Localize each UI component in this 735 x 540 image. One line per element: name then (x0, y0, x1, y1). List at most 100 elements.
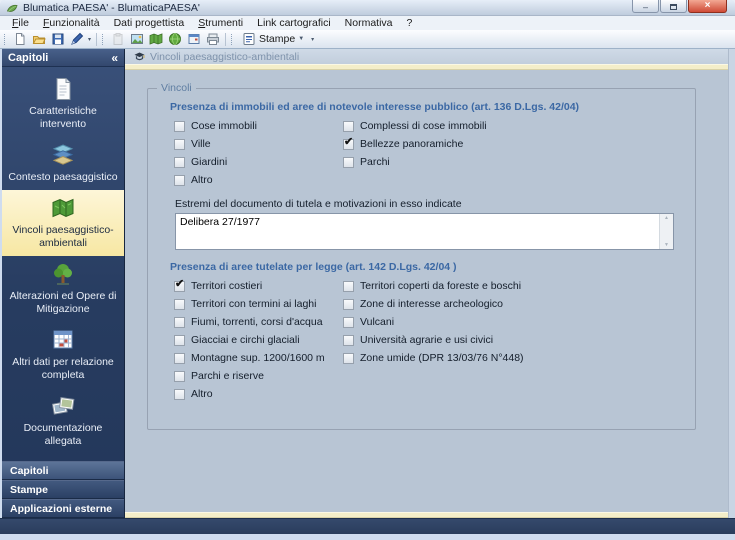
window-controls: – × (632, 0, 727, 13)
green-map-icon (50, 195, 76, 221)
maximize-button[interactable] (660, 0, 687, 13)
status-bar (0, 518, 735, 534)
document-text[interactable]: Delibera 27/1977 (176, 214, 659, 249)
checkbox-box[interactable] (343, 353, 354, 364)
globe-icon (168, 32, 182, 46)
sidebar-item-vincoli-paesaggistico-ambientali[interactable]: Vincoli paesaggistico-ambientali (2, 190, 124, 256)
checkbox-box[interactable] (174, 335, 185, 346)
checkbox-box[interactable] (343, 121, 354, 132)
menu-item-help[interactable]: ? (400, 17, 420, 29)
menu-item-file[interactable]: File (5, 17, 36, 29)
checkbox-universita-agrarie-e-usi-civici[interactable]: Università agrarie e usi civici (339, 331, 681, 349)
scroll-up-icon[interactable]: ▲ (664, 215, 669, 221)
toolbar-grip[interactable] (4, 34, 7, 45)
save-button[interactable] (48, 31, 67, 48)
pen-button[interactable] (67, 31, 86, 48)
nav-button-stampe[interactable]: Stampe (2, 480, 124, 499)
toolbar-overflow-arrow[interactable]: ▾ (309, 36, 316, 43)
window-title: Blumatica PAESA' - BlumaticaPAESA' (23, 2, 200, 14)
sidebar-item-altri-dati-per-relazione-completa[interactable]: Altri dati per relazione completa (2, 322, 124, 388)
checkbox-box[interactable] (174, 121, 185, 132)
checkbox-box[interactable] (343, 281, 354, 292)
checkbox-parchi[interactable]: Parchi (339, 153, 681, 171)
checkbox-box[interactable]: ✔ (343, 139, 354, 150)
checkbox-giacciai-e-circhi-glaciali[interactable]: Giacciai e circhi glaciali (170, 331, 339, 349)
checkbox-territori-costieri[interactable]: ✔ Territori costieri (170, 277, 339, 295)
checkbox-box[interactable] (343, 317, 354, 328)
toolbar-grip[interactable] (102, 34, 105, 45)
new-document-button[interactable] (10, 31, 29, 48)
checkbox-territori-con-termini-ai-laghi[interactable]: Territori con termini ai laghi (170, 295, 339, 313)
menu-item-funzionalita[interactable]: Funzionalità (36, 17, 107, 29)
checkbox-box[interactable]: ✔ (174, 281, 185, 292)
window-frame-right[interactable] (728, 49, 735, 518)
menu-item-link-cartografici[interactable]: Link cartografici (250, 17, 338, 29)
image-icon (130, 32, 144, 46)
checkbox-box[interactable] (174, 139, 185, 150)
collapse-sidebar-icon[interactable]: « (111, 51, 118, 65)
checkbox-box[interactable] (343, 157, 354, 168)
sidebar-item-alterazioni-ed-opere-di-mitigazione[interactable]: Alterazioni ed Opere di Mitigazione (2, 256, 124, 322)
menu-item-dati-progettista[interactable]: Dati progettista (107, 17, 192, 29)
textbox-scrollbar[interactable]: ▲ ▼ (659, 214, 673, 249)
checkbox-label: Zone umide (DPR 13/03/76 N°448) (360, 352, 524, 364)
checkbox-cose-immobili[interactable]: Cose immobili (170, 117, 339, 135)
checkbox-montagne-sup-1200-1600-m[interactable]: Montagne sup. 1200/1600 m (170, 349, 339, 367)
document-textbox[interactable]: Delibera 27/1977 ▲ ▼ (175, 213, 674, 250)
checkbox-bellezze-panoramiche[interactable]: ✔ Bellezze panoramiche (339, 135, 681, 153)
toolbar-grip[interactable] (231, 34, 234, 45)
checkbox-parchi-e-riserve[interactable]: Parchi e riserve (170, 367, 339, 385)
scroll-down-icon[interactable]: ▼ (664, 242, 669, 248)
menu-item-normativa[interactable]: Normativa (338, 17, 400, 29)
checkbox-box[interactable] (343, 335, 354, 346)
sidebar-item-contesto-paesaggistico[interactable]: Contesto paesaggistico (2, 137, 124, 190)
checkbox-altro-2[interactable]: Altro (170, 385, 339, 403)
close-button[interactable]: × (688, 0, 727, 13)
checkbox-box[interactable] (343, 299, 354, 310)
checkbox-complessi-di-cose-immobili[interactable]: Complessi di cose immobili (339, 117, 681, 135)
checkbox-zone-di-interesse-archeologico[interactable]: Zone di interesse archeologico (339, 295, 681, 313)
nav-button-applicazioni-esterne[interactable]: Applicazioni esterne (2, 499, 124, 518)
main-area: Capitoli « Caratteristiche intervento Co… (0, 49, 735, 518)
checkbox-territori-coperti-da-foreste-e-boschi[interactable]: Territori coperti da foreste e boschi (339, 277, 681, 295)
checkbox-fiumi-torrenti-corsi-dacqua[interactable]: Fiumi, torrenti, corsi d'acqua (170, 313, 339, 331)
checkbox-ville[interactable]: Ville (170, 135, 339, 153)
nav-button-capitoli[interactable]: Capitoli (2, 461, 124, 480)
checkbox-vulcani[interactable]: Vulcani (339, 313, 681, 331)
checkbox-box[interactable] (174, 353, 185, 364)
checkbox-box[interactable] (174, 317, 185, 328)
checkbox-box[interactable] (174, 371, 185, 382)
sidebar-header: Capitoli « (2, 49, 124, 67)
checkbox-box[interactable] (174, 389, 185, 400)
stampe-dropdown-icon: ▼ (298, 36, 304, 42)
map-icon (149, 32, 163, 46)
open-button[interactable] (29, 31, 48, 48)
checkbox-giardini[interactable]: Giardini (170, 153, 339, 171)
app-logo-icon (6, 2, 19, 14)
form-button[interactable] (184, 31, 203, 48)
checkbox-box[interactable] (174, 157, 185, 168)
globe-button[interactable] (165, 31, 184, 48)
menu-item-strumenti[interactable]: Strumenti (191, 17, 250, 29)
menu-bar: File Funzionalità Dati progettista Strum… (0, 16, 735, 30)
toolbar-options-arrow[interactable]: ▾ (86, 36, 93, 43)
window-frame-bottom (0, 534, 735, 540)
toolbar-separator (225, 33, 226, 46)
sidebar-item-caratteristiche-intervento[interactable]: Caratteristiche intervento (2, 71, 124, 137)
map-button[interactable] (146, 31, 165, 48)
checkbox-altro-1[interactable]: Altro (170, 171, 339, 189)
checkbox-box[interactable] (174, 175, 185, 186)
minimize-button[interactable]: – (632, 0, 659, 13)
content-panel: Vincoli paesaggistico-ambientali Vincoli… (125, 49, 728, 518)
toolbar: ▾ Stampe ▼ ▾ (0, 30, 735, 49)
print-button[interactable] (203, 31, 222, 48)
stampe-button[interactable]: Stampe ▼ (237, 31, 309, 48)
checkbox-zone-umide[interactable]: Zone umide (DPR 13/03/76 N°448) (339, 349, 681, 367)
checkbox-box[interactable] (174, 299, 185, 310)
sidebar-item-documentazione-allegata[interactable]: Documentazione allegata (2, 388, 124, 454)
checkbox-label: Parchi e riserve (191, 370, 264, 382)
image-button[interactable] (127, 31, 146, 48)
checkbox-label: Altro (191, 174, 213, 186)
paste-button[interactable] (108, 31, 127, 48)
checkbox-label: Giardini (191, 156, 227, 168)
